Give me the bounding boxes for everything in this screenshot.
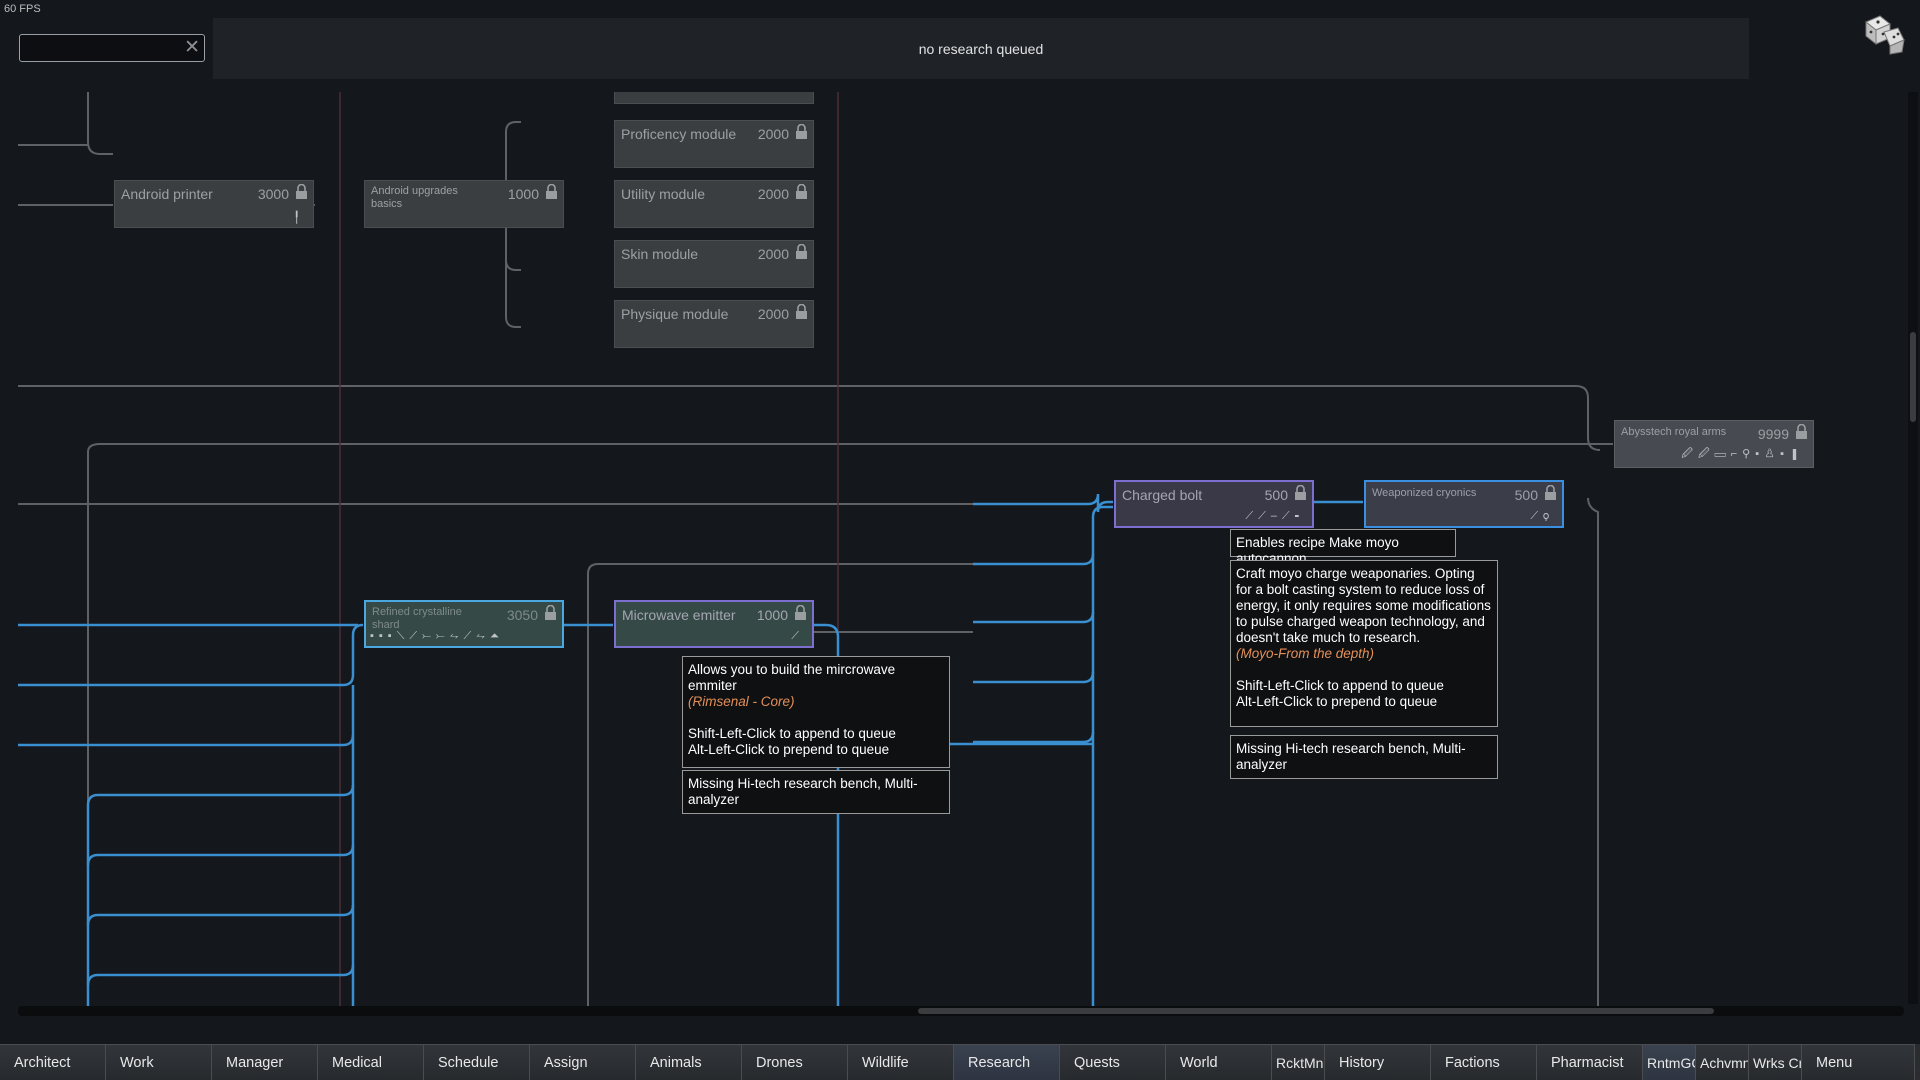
lock-icon [796,124,807,139]
tab-rcktmn[interactable]: RcktMn [1272,1044,1325,1080]
research-tree-links [18,92,1613,1006]
queue-status: no research queued [918,40,1044,57]
horizontal-scroll-thumb[interactable] [918,1008,1714,1014]
research-node-abysstech-royal-arms[interactable]: Abysstech royal arms 9999 🖉🖉▭⌐⚲▪♙▪▮ [1614,420,1814,468]
tab-animals[interactable]: Animals [636,1044,742,1080]
tab-medical[interactable]: Medical [318,1044,424,1080]
lock-icon [545,605,556,620]
search-input[interactable]: ✕ [19,34,205,62]
lock-icon [796,244,807,259]
unlock-icons: 🖉🖉▭⌐⚲▪♙▪▮ [1681,448,1805,460]
node-cost: 9999 [1757,426,1789,442]
charged-bolt-tooltip: Craft moyo charge weaponaries. Opting fo… [1230,560,1498,727]
random-dice-icon[interactable] [1860,10,1906,56]
vertical-scrollbar[interactable] [1908,92,1918,1004]
node-cost: 3000 [257,186,289,202]
tab-achvmn[interactable]: Achvmn [1696,1044,1749,1080]
node-name: Charged bolt [1122,487,1203,503]
tooltip-description: Craft moyo charge weaponaries. Opting fo… [1236,566,1491,645]
unlock-icons: ⟋ [791,630,804,642]
node-name: Proficency module [621,126,737,142]
node-name: Android printer [121,186,213,202]
tab-history[interactable]: History [1325,1044,1431,1080]
lock-icon [296,184,307,199]
tab-drones[interactable]: Drones [742,1044,848,1080]
lock-icon [1295,485,1306,500]
tab-manager[interactable]: Manager [212,1044,318,1080]
research-tree-canvas[interactable]: Android printer 3000 ╿ Android upgrades … [18,92,1904,1006]
research-node-android-upgrades[interactable]: Android upgrades basics 1000 [364,180,564,228]
lock-icon [796,184,807,199]
unlock-icons: ▪▪▪⟍⟋⤚⤚⥊⟋⥊⏶ [370,630,504,642]
node-name: Refined crystalline shard [372,606,462,631]
lock-icon [795,605,806,620]
research-node-utility-module[interactable]: Utility module 2000 [614,180,814,228]
clear-search-icon[interactable]: ✕ [184,37,200,59]
charged-bolt-missing-tooltip: Missing Hi-tech research bench, Multi-an… [1230,735,1498,779]
node-name: Abysstech royal arms [1621,426,1727,438]
microwave-tooltip: Allows you to build the mircrowave emmit… [682,656,950,768]
tab-quests[interactable]: Quests [1060,1044,1166,1080]
research-node-android-printer[interactable]: Android printer 3000 ╿ [114,180,314,228]
tab-menu[interactable]: Menu [1802,1044,1915,1080]
tooltip-source: (Rimsenal - Core) [688,694,795,709]
node-cost: 3050 [506,607,538,623]
node-name: Android upgrades basics [371,185,458,210]
tab-architect[interactable]: Architect [0,1044,106,1080]
node-cost: 500 [1264,487,1288,503]
node-name: Microwave emitter [622,607,736,623]
research-node-microwave-emitter[interactable]: Microwave emitter 1000 ⟋ [614,600,814,648]
horizontal-scrollbar[interactable] [18,1006,1904,1016]
node-cost: 500 [1514,487,1538,503]
main-tab-bar: Architect Work Manager Medical Schedule … [0,1044,1920,1080]
node-cost: 1000 [507,186,539,202]
research-queue-bar: no research queued [213,18,1749,79]
charged-bolt-recipe-tooltip: Enables recipe Make moyo autocannon [1230,529,1456,566]
research-node-refined-crystalline-shard[interactable]: Refined crystalline shard 3050 ▪▪▪⟍⟋⤚⤚⥊⟋… [364,600,564,648]
tooltip-shift-hint: Shift-Left-Click to append to queue [1236,678,1444,693]
tooltip-description: Allows you to build the mircrowave emmit… [688,662,896,693]
tab-pharmacist[interactable]: Pharmacist [1537,1044,1643,1080]
tooltip-missing: Missing Hi-tech research bench, Multi-an… [1236,741,1466,772]
tab-rntmgc[interactable]: RntmGC [1643,1044,1696,1080]
tab-wrks-cr[interactable]: Wrks Cr [1749,1044,1802,1080]
research-node-charged-bolt[interactable]: Charged bolt 500 ⟋⟋–⟋⁃ [1114,480,1314,528]
node-name: Skin module [621,246,699,262]
lock-icon [546,184,557,199]
research-node-skin-module[interactable]: Skin module 2000 [614,240,814,288]
unlock-icons: ⟋⚲ [1530,510,1554,522]
lock-icon [1796,424,1807,439]
tooltip-alt-hint: Alt-Left-Click to prepend to queue [1236,694,1438,709]
node-cost: 2000 [757,246,789,262]
node-name: Physique module [621,306,729,322]
tooltip-source: (Moyo-From the depth) [1236,646,1375,661]
tab-schedule[interactable]: Schedule [424,1044,530,1080]
tab-work[interactable]: Work [106,1044,212,1080]
unlock-icons: ╿ [293,212,305,224]
node-cost: 2000 [757,186,789,202]
node-name: Weaponized cryonics [1372,487,1477,499]
tooltip-missing: Missing Hi-tech research bench, Multi-an… [688,776,918,807]
tooltip-shift-hint: Shift-Left-Click to append to queue [688,726,896,741]
node-cost: 1000 [756,607,788,623]
research-node-cut-off[interactable] [614,92,814,104]
research-node-proficency-module[interactable]: Proficency module 2000 [614,120,814,168]
vertical-scroll-thumb[interactable] [1910,332,1916,422]
lock-icon [796,304,807,319]
tab-world[interactable]: World [1166,1044,1272,1080]
research-node-weaponized-cryonics[interactable]: Weaponized cryonics 500 ⟋⚲ [1364,480,1564,528]
fps-counter: 60 FPS [4,3,41,15]
node-cost: 2000 [757,306,789,322]
node-cost: 2000 [757,126,789,142]
research-node-physique-module[interactable]: Physique module 2000 [614,300,814,348]
unlock-icons: ⟋⟋–⟋⁃ [1245,510,1304,522]
microwave-missing-tooltip: Missing Hi-tech research bench, Multi-an… [682,770,950,814]
node-name: Utility module [621,186,706,202]
tab-factions[interactable]: Factions [1431,1044,1537,1080]
tooltip-alt-hint: Alt-Left-Click to prepend to queue [688,742,890,757]
tab-wildlife[interactable]: Wildlife [848,1044,954,1080]
tab-assign[interactable]: Assign [530,1044,636,1080]
lock-icon [1545,485,1556,500]
tab-research[interactable]: Research [954,1044,1060,1080]
